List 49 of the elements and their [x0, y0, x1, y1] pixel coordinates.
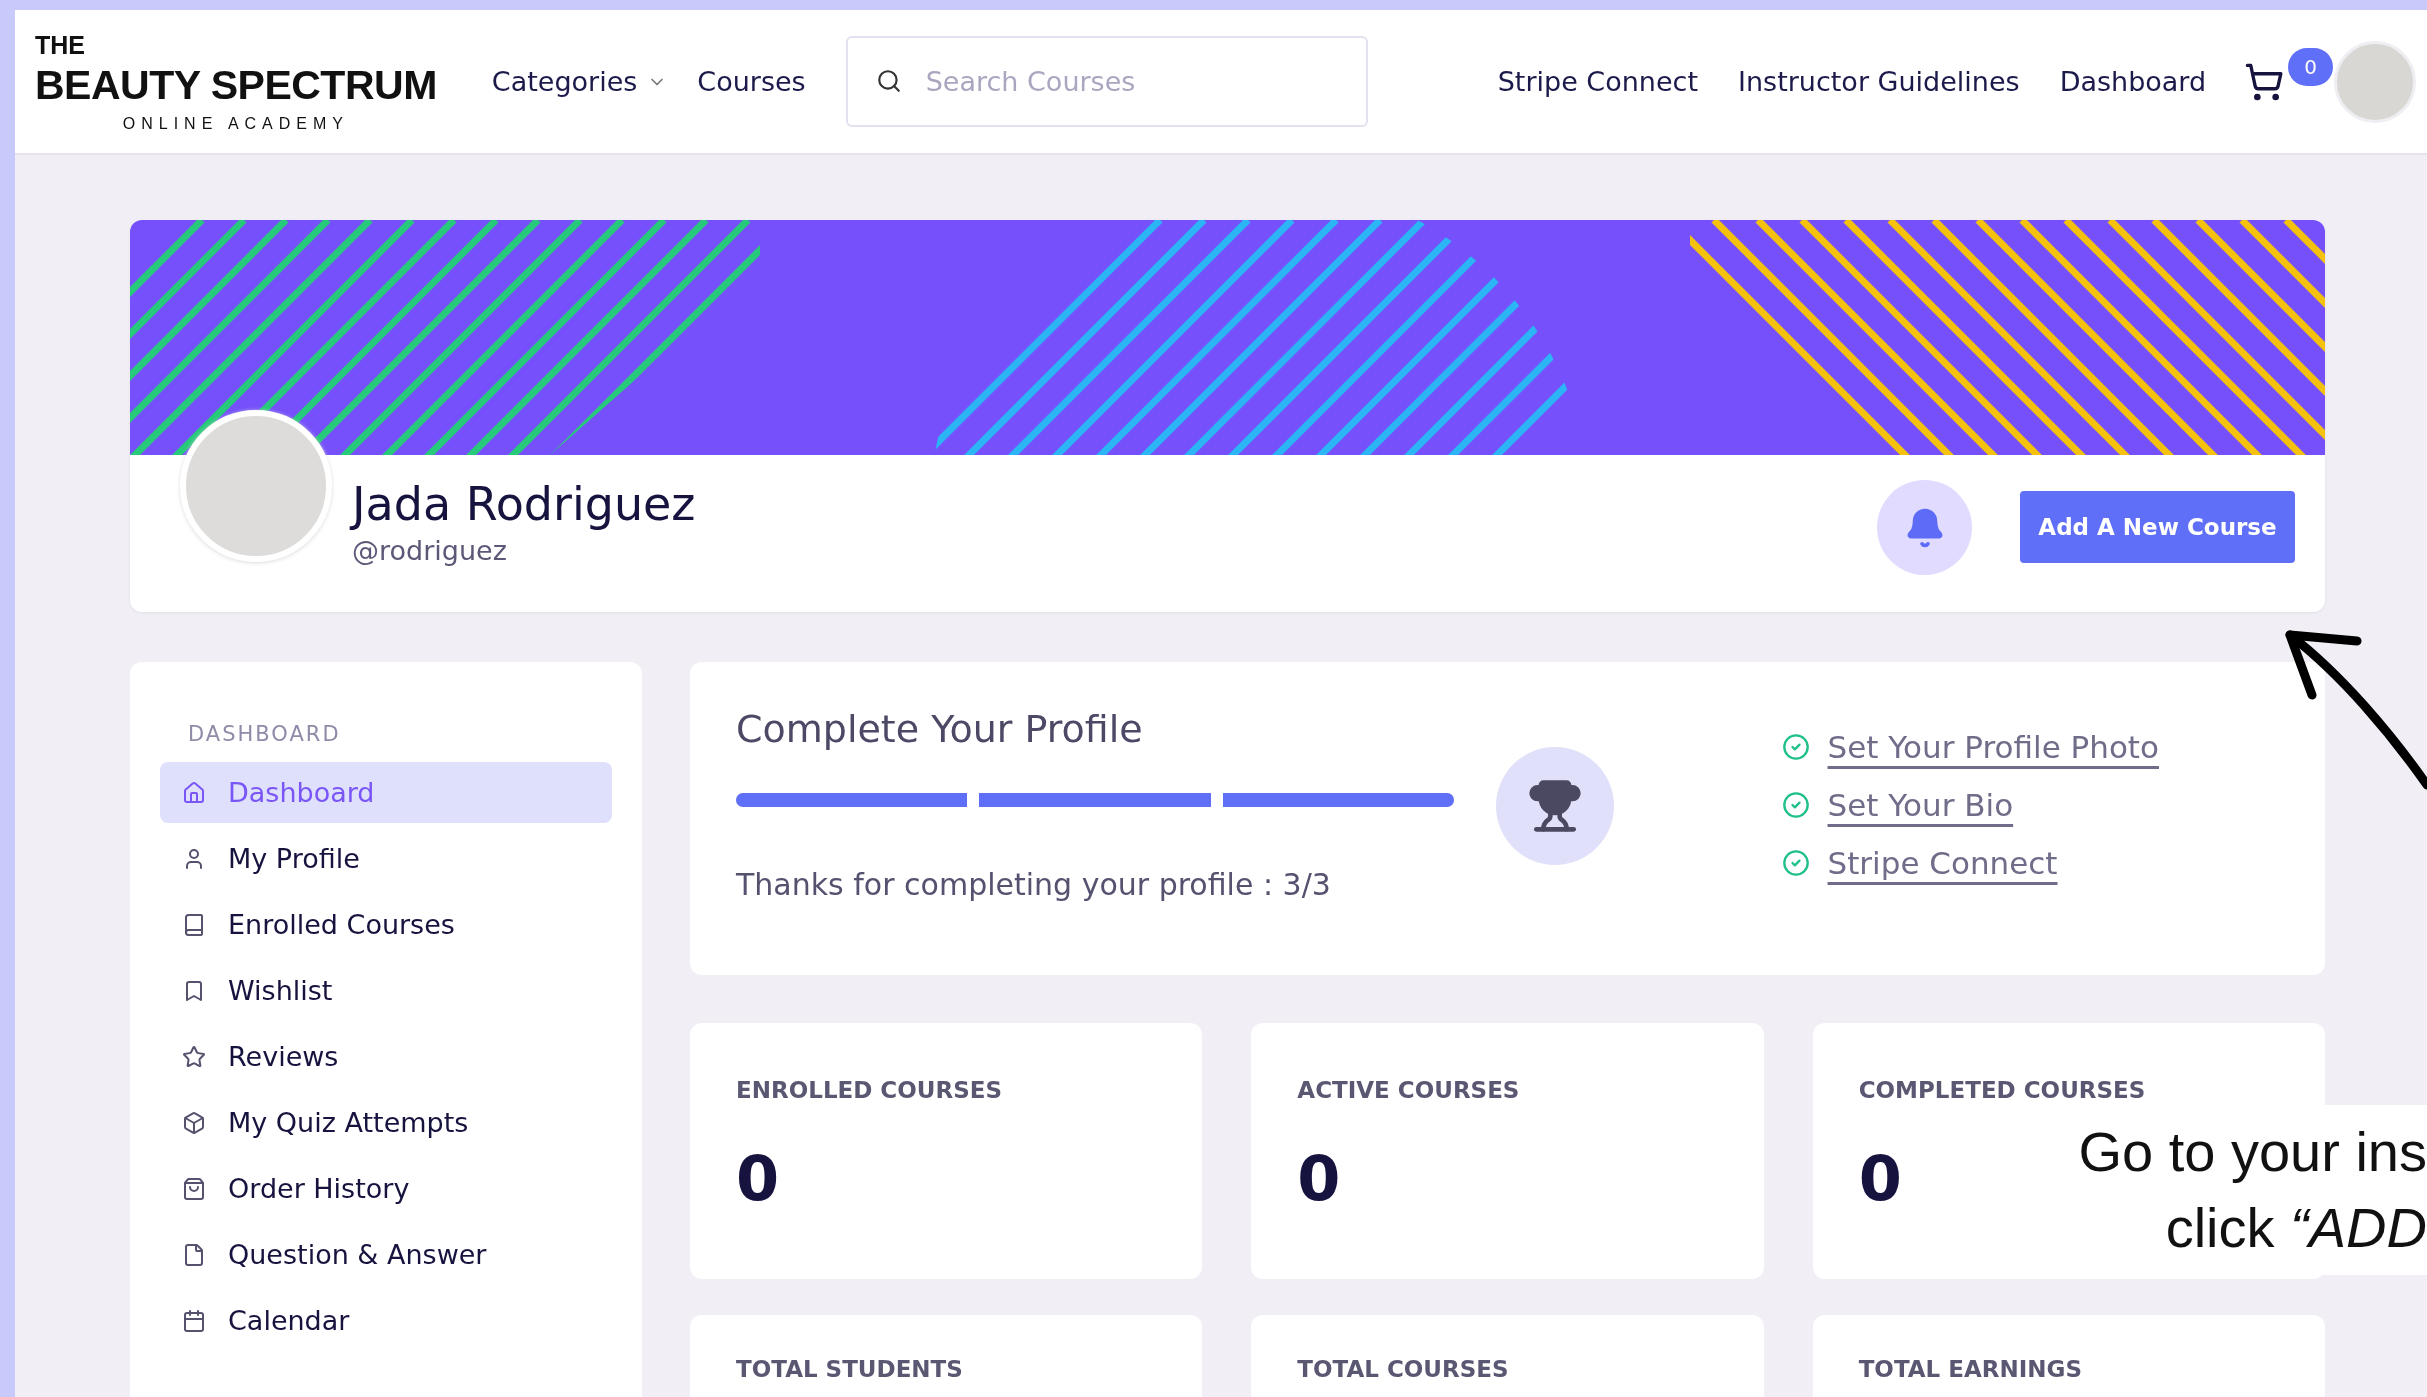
bag-icon: [182, 1176, 206, 1201]
sidebar-item[interactable]: My Profile: [160, 828, 612, 889]
stat-label: TOTAL STUDENTS: [736, 1357, 963, 1383]
stat-value: 0: [1858, 1148, 1902, 1211]
sidebar-item[interactable]: Dashboard: [160, 762, 612, 823]
instruction-text: Go to your ins: [2078, 1119, 2427, 1186]
profile-step-link[interactable]: Stripe Connect: [1827, 845, 2058, 881]
sidebar-item[interactable]: Wishlist: [160, 960, 612, 1021]
stat-label: TOTAL EARNINGS: [1858, 1357, 2082, 1383]
sidebar-item[interactable]: My Quiz Attempts: [160, 1092, 612, 1153]
nav-link[interactable]: Courses: [697, 66, 806, 97]
nav-link[interactable]: Instructor Guidelines: [1738, 66, 2020, 97]
trophy-icon: [1527, 778, 1583, 834]
home-icon: [182, 780, 206, 805]
book-icon: [182, 912, 206, 937]
sidebar-heading: DASHBOARD: [187, 722, 342, 746]
stat-label: TOTAL COURSES: [1297, 1357, 1509, 1383]
sidebar-item[interactable]: Enrolled Courses: [160, 894, 612, 955]
cart-icon[interactable]: [2244, 61, 2285, 102]
profile-step-link[interactable]: Set Your Profile Photo: [1827, 729, 2159, 765]
file-icon: [182, 1242, 206, 1267]
sidebar-item[interactable]: Question & Answer: [160, 1224, 612, 1285]
star-icon: [182, 1044, 206, 1069]
box-icon: [182, 1110, 206, 1135]
profile-step-link[interactable]: Set Your Bio: [1827, 787, 2014, 823]
stat-label: ENROLLED COURSES: [736, 1078, 1002, 1104]
sidebar-item[interactable]: Reviews: [160, 1026, 612, 1087]
nav-dropdown[interactable]: Categories: [491, 66, 668, 97]
add-course-button[interactable]: Add A New Course: [2020, 491, 2295, 563]
profile-handle: @rodriguez: [352, 535, 508, 566]
nav-link[interactable]: Dashboard: [2059, 66, 2207, 97]
search-icon: [875, 68, 902, 94]
check-circle-icon: [1781, 733, 1810, 761]
academy-logo[interactable]: THE BEAUTY SPECTRUM ONLINE ACADEMY: [35, 30, 437, 133]
instruction-text: click “ADD: [2165, 1195, 2427, 1261]
card-title: Complete Your Profile: [736, 707, 1144, 751]
cart-count-badge: 0: [2288, 47, 2334, 86]
nav-link[interactable]: Stripe Connect: [1497, 66, 1698, 97]
stat-value: 0: [1297, 1148, 1341, 1211]
stat-value: 0: [736, 1148, 780, 1211]
sidebar-item[interactable]: Order History: [160, 1158, 612, 1219]
search-field[interactable]: Search Courses: [845, 36, 1368, 127]
calendar-icon: [182, 1308, 206, 1333]
progress-message: Thanks for completing your profile : 3/3: [736, 867, 1332, 902]
check-circle-icon: [1781, 791, 1810, 819]
check-circle-icon: [1781, 849, 1810, 877]
stat-label: ACTIVE COURSES: [1297, 1078, 1520, 1104]
sidebar-item[interactable]: Calendar: [160, 1290, 612, 1351]
stat-label: COMPLETED COURSES: [1858, 1078, 2146, 1104]
